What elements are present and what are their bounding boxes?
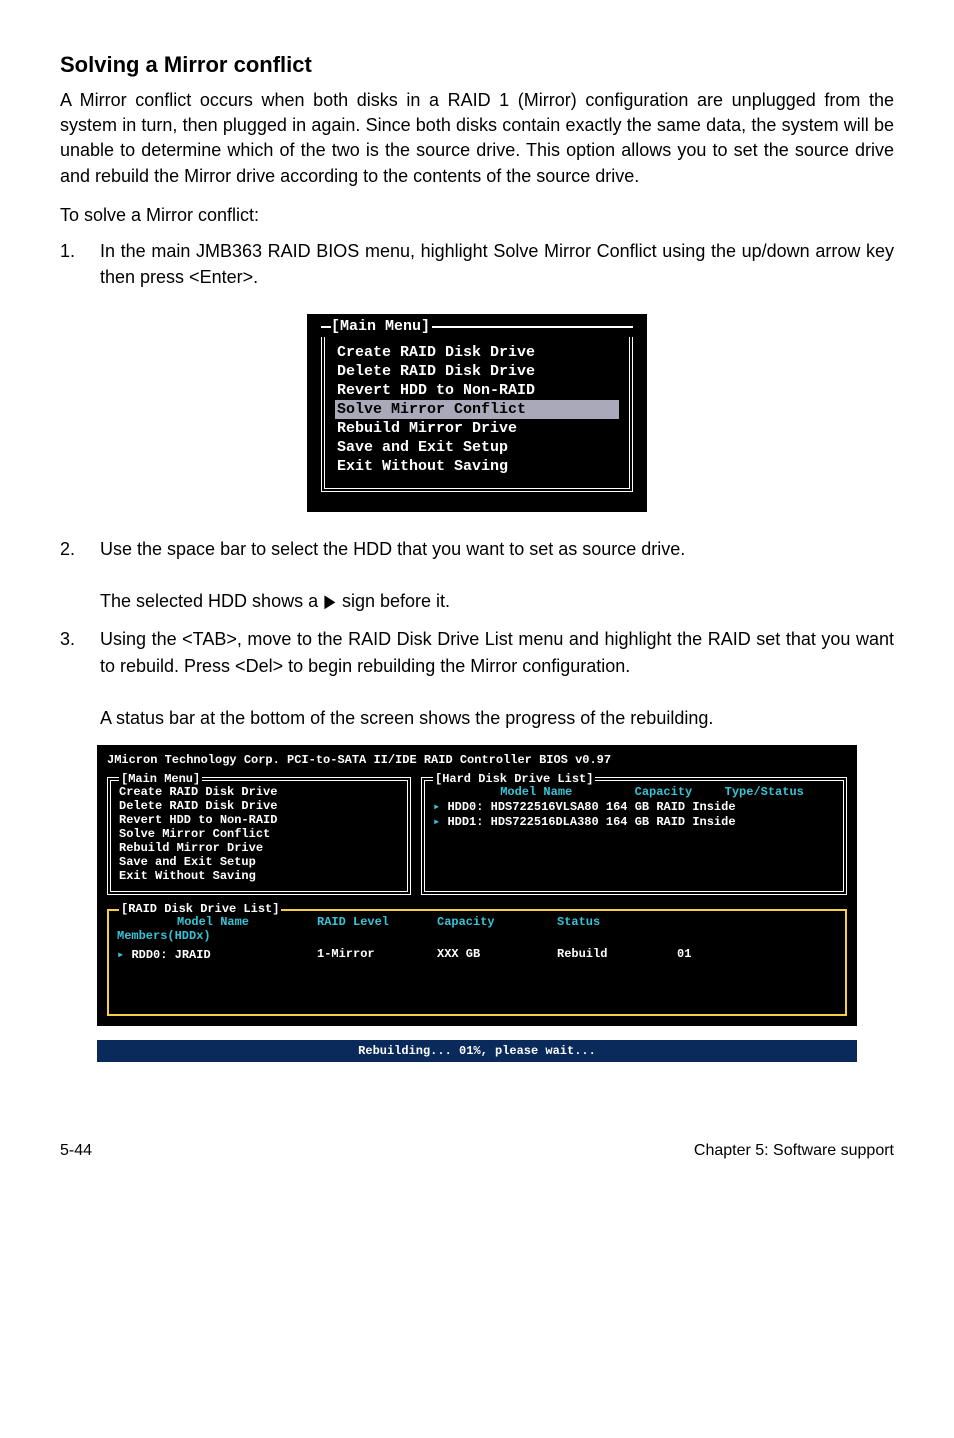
raid-status: Rebuild	[557, 947, 677, 962]
triangle-right-icon: ▶	[324, 588, 335, 614]
hdd-model: HDS722516DLA380	[491, 815, 599, 829]
raid-level: 1-Mirror	[317, 947, 437, 962]
raid-extra: 01	[677, 947, 837, 962]
raid-id: RDD0:	[131, 948, 167, 962]
lead-in: To solve a Mirror conflict:	[60, 203, 894, 228]
menu-item: Exit Without Saving	[335, 457, 619, 476]
hdd-row: ▸ HDD1: HDS722516DLA380 164 GB RAID Insi…	[433, 814, 835, 829]
raid-members-header: Members(HDDx)	[117, 929, 317, 943]
page-footer: 5-44 Chapter 5: Software support	[60, 1142, 894, 1160]
bios-menu-item: Rebuild Mirror Drive	[119, 841, 399, 855]
step-2-number: 2.	[60, 536, 100, 614]
menu-item: Delete RAID Disk Drive	[335, 362, 619, 381]
hdd-row: ▸ HDD0: HDS722516VLSA80 164 GB RAID Insi…	[433, 799, 835, 814]
bios-title: JMicron Technology Corp. PCI-to-SATA II/…	[97, 745, 857, 771]
step-2-sub-after: sign before it.	[337, 591, 450, 611]
raid-header-capacity: Capacity	[437, 915, 557, 943]
heading-solving-mirror-conflict: Solving a Mirror conflict	[60, 52, 894, 78]
raid-disk-drive-list-pane: [RAID Disk Drive List] Model Name Member…	[107, 909, 847, 1016]
bios-menu-item: Delete RAID Disk Drive	[119, 799, 399, 813]
step-2: 2. Use the space bar to select the HDD t…	[60, 536, 894, 614]
main-menu-title: [Main Menu]	[331, 318, 432, 335]
footer-page-number: 5-44	[60, 1142, 92, 1160]
hdd-type: RAID Inside	[656, 815, 735, 829]
menu-item-selected: Solve Mirror Conflict	[335, 400, 619, 419]
step-1: 1. In the main JMB363 RAID BIOS menu, hi…	[60, 238, 894, 290]
raid-row: ▸ RDD0: JRAID 1-Mirror XXX GB Rebuild 01	[117, 947, 837, 962]
step-2-text: Use the space bar to select the HDD that…	[100, 539, 685, 559]
raid-bios-terminal: JMicron Technology Corp. PCI-to-SATA II/…	[97, 745, 857, 1026]
bios-main-menu-pane: [Main Menu] Create RAID Disk Drive Delet…	[107, 777, 411, 895]
main-menu-terminal: [Main Menu] Create RAID Disk Drive Delet…	[307, 314, 647, 512]
hdd-capacity: 164 GB	[606, 815, 649, 829]
menu-item: Save and Exit Setup	[335, 438, 619, 457]
hdd-header-capacity: Capacity	[635, 785, 693, 799]
hdd-id: HDD1:	[447, 815, 483, 829]
step-1-number: 1.	[60, 238, 100, 290]
bios-menu-item: Create RAID Disk Drive	[119, 785, 399, 799]
hdd-id: HDD0:	[447, 800, 483, 814]
triangle-right-icon: ▸	[433, 800, 447, 814]
raid-name: JRAID	[175, 948, 211, 962]
raid-capacity: XXX GB	[437, 947, 557, 962]
raid-header-model: Model Name	[177, 915, 249, 929]
menu-item: Rebuild Mirror Drive	[335, 419, 619, 438]
step-2-sub-before: The selected HDD shows a	[100, 591, 323, 611]
footer-chapter: Chapter 5: Software support	[694, 1142, 894, 1160]
hdd-capacity: 164 GB	[606, 800, 649, 814]
menu-item: Revert HDD to Non-RAID	[335, 381, 619, 400]
step-3-sub: A status bar at the bottom of the screen…	[100, 708, 713, 728]
bios-menu-item: Revert HDD to Non-RAID	[119, 813, 399, 827]
triangle-right-icon: ▸	[433, 815, 447, 829]
intro-paragraph: A Mirror conflict occurs when both disks…	[60, 88, 894, 189]
bios-main-menu-label: [Main Menu]	[119, 772, 202, 786]
hdd-type: RAID Inside	[656, 800, 735, 814]
step-3-text: Using the <TAB>, move to the RAID Disk D…	[100, 629, 894, 675]
bios-menu-item: Solve Mirror Conflict	[119, 827, 399, 841]
menu-item: Create RAID Disk Drive	[335, 343, 619, 362]
hard-disk-drive-list-pane: [Hard Disk Drive List] Model Name Capaci…	[421, 777, 847, 895]
raid-header-status: Status	[557, 915, 677, 943]
bios-menu-item: Exit Without Saving	[119, 869, 399, 883]
bios-menu-item: Save and Exit Setup	[119, 855, 399, 869]
hdd-list-label: [Hard Disk Drive List]	[433, 772, 595, 786]
raid-list-label: [RAID Disk Drive List]	[119, 902, 281, 916]
triangle-right-icon: ▸	[117, 948, 131, 962]
hdd-header-type: Type/Status	[725, 785, 804, 799]
rebuild-status-bar: Rebuilding... 01%, please wait...	[97, 1040, 857, 1062]
hdd-model: HDS722516VLSA80	[491, 800, 599, 814]
step-3: 3. Using the <TAB>, move to the RAID Dis…	[60, 626, 894, 730]
hdd-header-model: Model Name	[500, 785, 572, 799]
step-1-text: In the main JMB363 RAID BIOS menu, highl…	[100, 238, 894, 290]
step-3-number: 3.	[60, 626, 100, 730]
raid-header-level: RAID Level	[317, 915, 437, 943]
